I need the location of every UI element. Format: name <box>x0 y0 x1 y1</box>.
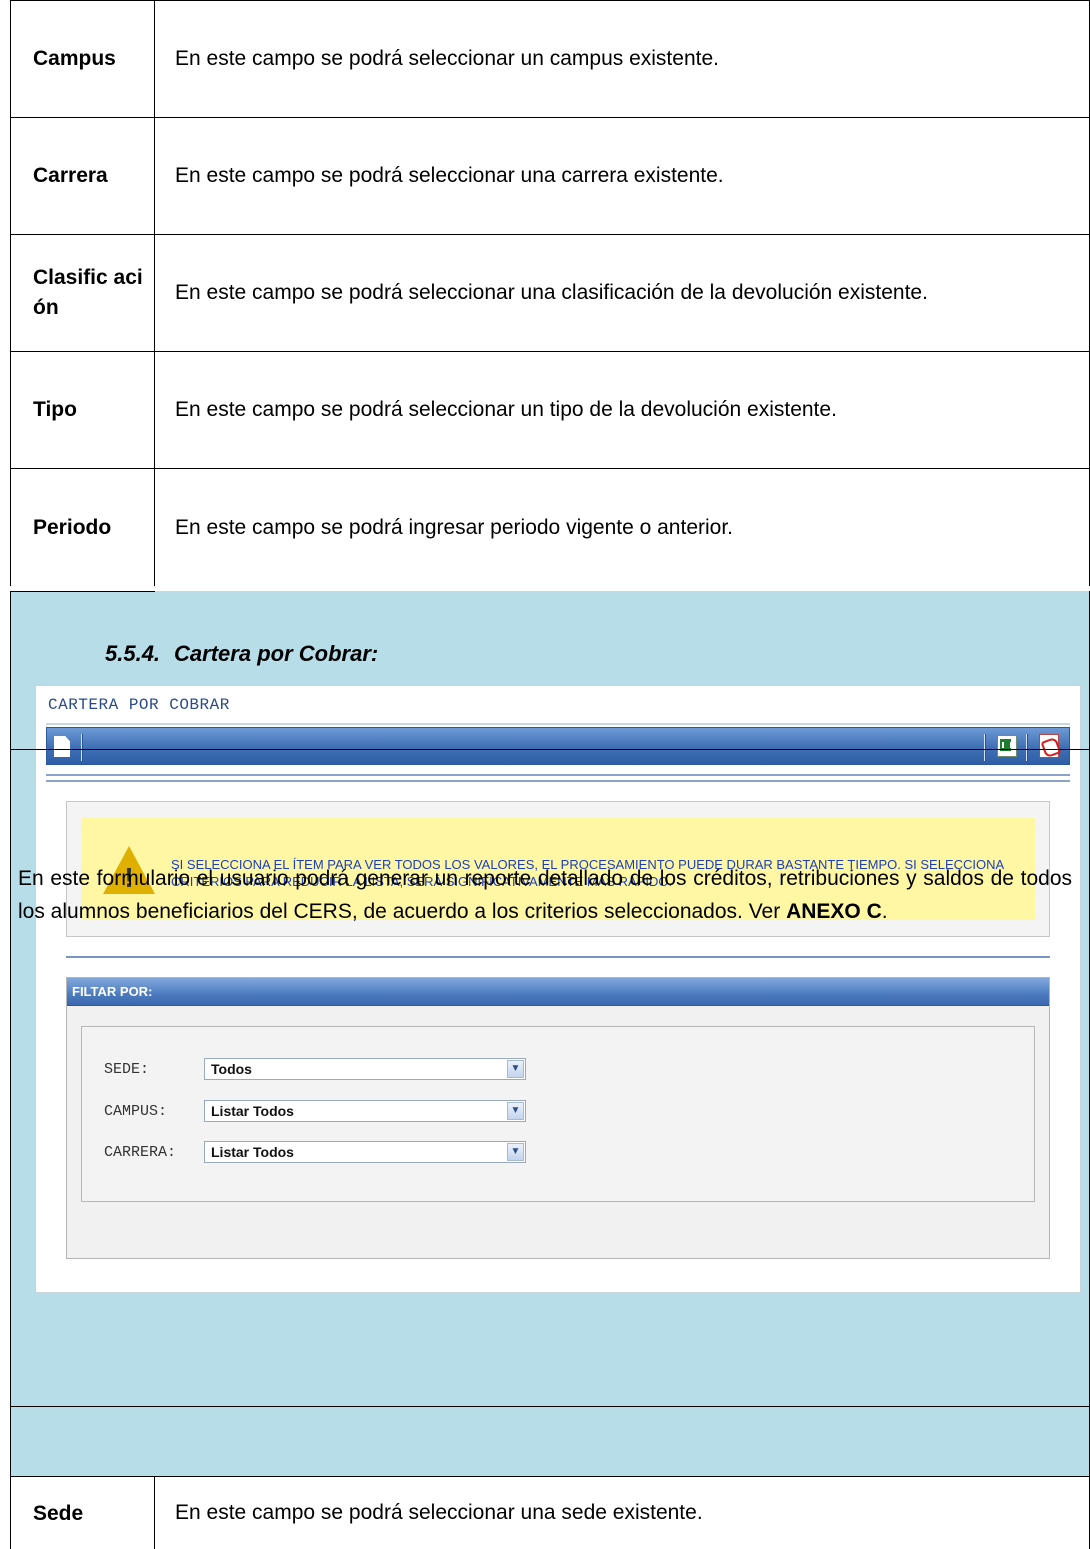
section-heading: 5.5.4. Cartera por Cobrar: <box>105 641 378 667</box>
document-page: Campus En este campo se podrá selecciona… <box>0 0 1090 1549</box>
definition-description: En este campo se podrá seleccionar una s… <box>175 1501 703 1524</box>
filter-label: CARRERA: <box>104 1143 177 1161</box>
paragraph-text: En este formulario el usuario podrá gene… <box>18 867 1072 923</box>
divider <box>46 780 1070 782</box>
section-title: Cartera por Cobrar: <box>174 641 379 666</box>
definition-description: En este campo se podrá seleccionar una c… <box>175 281 928 304</box>
definition-term: Campus <box>11 1 155 117</box>
pdf-export-icon[interactable] <box>1039 734 1059 758</box>
chevron-down-icon[interactable]: ▼ <box>507 1102 524 1120</box>
row-border <box>11 749 1089 750</box>
filter-label: SEDE: <box>104 1060 150 1078</box>
definition-term: Periodo <box>11 469 155 586</box>
definition-term: Sede <box>11 1477 155 1549</box>
toolbar-separator <box>984 734 985 761</box>
definition-table: Campus En este campo se podrá selecciona… <box>10 0 1090 586</box>
chevron-down-icon[interactable]: ▼ <box>507 1143 524 1161</box>
select-value: Todos <box>211 1061 252 1077</box>
campus-select[interactable]: Listar Todos ▼ <box>204 1100 526 1122</box>
title-underline <box>46 723 1070 725</box>
toolbar-separator <box>81 734 82 761</box>
row-border <box>11 1406 1089 1407</box>
definition-description: En este campo se podrá seleccionar una c… <box>175 164 724 187</box>
toolbar <box>46 727 1070 765</box>
definition-term: Carrera <box>11 118 155 234</box>
screen-title: CARTERA POR COBRAR <box>48 696 230 714</box>
filter-row-carrera: CARRERA: Listar Todos ▼ <box>104 1140 526 1164</box>
divider <box>66 956 1050 958</box>
filter-header: FILTAR POR: <box>67 978 1049 1006</box>
paragraph-tail: . <box>881 900 888 923</box>
annex-reference: ANEXO C <box>786 900 882 923</box>
filter-row-sede: SEDE: Todos ▼ <box>104 1057 526 1081</box>
excel-export-icon[interactable] <box>997 735 1017 757</box>
description-paragraph: En este formulario el usuario podrá gene… <box>18 862 1072 928</box>
filter-fields: SEDE: Todos ▼ CAMPUS: Listar Todos ▼ CAR… <box>81 1026 1035 1202</box>
select-value: Listar Todos <box>211 1103 294 1119</box>
definition-term: Clasific ación <box>11 235 155 351</box>
new-document-icon[interactable] <box>54 736 70 757</box>
definition-row: Clasific ación En este campo se podrá se… <box>11 235 1089 352</box>
definition-description: En este campo se podrá seleccionar un ca… <box>175 47 719 70</box>
chevron-down-icon[interactable]: ▼ <box>507 1060 524 1078</box>
select-value: Listar Todos <box>211 1144 294 1160</box>
definition-description: En este campo se podrá seleccionar un ti… <box>175 398 837 421</box>
definition-term: Tipo <box>11 352 155 468</box>
toolbar-separator <box>1026 734 1027 761</box>
definition-description: En este campo se podrá ingresar periodo … <box>175 515 734 539</box>
filter-label: CAMPUS: <box>104 1102 168 1120</box>
divider <box>46 774 1070 776</box>
carrera-select[interactable]: Listar Todos ▼ <box>204 1141 526 1163</box>
section-block: 5.5.4. Cartera por Cobrar: CARTERA POR CO… <box>10 591 1090 1476</box>
definition-row: Sede En este campo se podrá seleccionar … <box>10 1476 1090 1549</box>
section-number: 5.5.4. <box>105 641 161 666</box>
definition-row: Tipo En este campo se podrá seleccionar … <box>11 352 1089 469</box>
definition-row: Periodo En este campo se podrá ingresar … <box>11 469 1089 586</box>
filter-title: FILTAR POR: <box>72 984 153 999</box>
sede-select[interactable]: Todos ▼ <box>204 1058 526 1080</box>
filter-panel: FILTAR POR: SEDE: Todos ▼ CAMPUS: Listar… <box>66 977 1050 1259</box>
row-border <box>11 591 155 592</box>
filter-row-campus: CAMPUS: Listar Todos ▼ <box>104 1099 526 1123</box>
definition-row: Campus En este campo se podrá selecciona… <box>11 1 1089 118</box>
definition-row: Carrera En este campo se podrá seleccion… <box>11 118 1089 235</box>
embedded-screenshot: CARTERA POR COBRAR ! SI SELECCIONA EL ÍT… <box>35 685 1081 1293</box>
